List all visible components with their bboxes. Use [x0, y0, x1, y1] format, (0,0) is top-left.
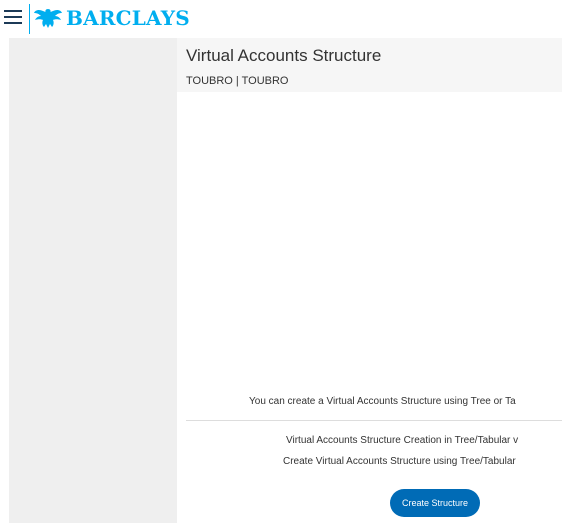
barclays-logo[interactable]: BARCLAYS	[33, 4, 190, 32]
description-line-2: Create Virtual Accounts Structure using …	[283, 456, 516, 467]
description-line-1: Virtual Accounts Structure Creation in T…	[286, 435, 519, 446]
page-subtitle: TOUBRO | TOUBRO	[186, 75, 289, 87]
main-panel	[177, 38, 562, 523]
eagle-icon	[34, 9, 62, 28]
sidebar	[9, 38, 177, 523]
brand-name: BARCLAYS	[66, 6, 190, 30]
content-divider	[186, 420, 562, 421]
create-structure-button[interactable]: Create Structure	[390, 489, 480, 517]
info-text: You can create a Virtual Accounts Struct…	[249, 396, 516, 407]
page-title: Virtual Accounts Structure	[186, 46, 382, 65]
header-divider	[29, 4, 30, 34]
hamburger-menu-icon[interactable]	[4, 8, 24, 26]
top-bar: BARCLAYS	[0, 0, 562, 38]
